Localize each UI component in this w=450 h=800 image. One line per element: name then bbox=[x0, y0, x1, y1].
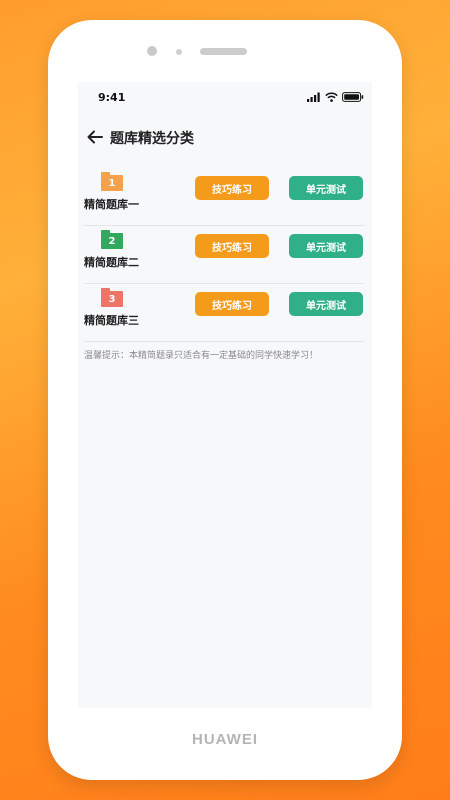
tip-text: 温馨提示：本精简题录只适合有一定基础的同学快速学习！ bbox=[84, 351, 319, 361]
bank-row-2: 2 精简题库二 技巧练习 单元测试 bbox=[84, 226, 364, 284]
earpiece-speaker bbox=[200, 48, 247, 55]
unit-test-button[interactable]: 单元测试 bbox=[289, 234, 363, 258]
page-header: 题库精选分类 bbox=[78, 122, 372, 152]
practice-button[interactable]: 技巧练习 bbox=[195, 234, 269, 258]
status-time: 9:41 bbox=[98, 91, 126, 104]
bank-name: 精简题库一 bbox=[84, 198, 139, 211]
unit-test-button[interactable]: 单元测试 bbox=[289, 292, 363, 316]
folder-icon: 2 bbox=[101, 230, 123, 250]
folder-number: 1 bbox=[101, 175, 123, 191]
folder-number: 2 bbox=[101, 233, 123, 249]
wifi-icon bbox=[325, 92, 338, 102]
folder-icon: 1 bbox=[101, 172, 123, 192]
bank-name: 精简题库二 bbox=[84, 256, 139, 269]
bank-row-3: 3 精简题库三 技巧练习 单元测试 bbox=[84, 284, 364, 342]
front-camera bbox=[147, 46, 157, 56]
page-title: 题库精选分类 bbox=[110, 131, 194, 147]
unit-test-button[interactable]: 单元测试 bbox=[289, 176, 363, 200]
practice-button[interactable]: 技巧练习 bbox=[195, 176, 269, 200]
battery-icon bbox=[342, 92, 364, 102]
device-brand-logo: HUAWEI bbox=[192, 731, 258, 748]
app-screen: 9:41 题库精选分类 1 精简题库一 技巧练习 单元测试 2 精简题库二 技巧… bbox=[78, 82, 372, 708]
bank-list: 1 精简题库一 技巧练习 单元测试 2 精简题库二 技巧练习 单元测试 3 精简… bbox=[84, 168, 364, 342]
bank-row-1: 1 精简题库一 技巧练习 单元测试 bbox=[84, 168, 364, 226]
folder-icon: 3 bbox=[101, 288, 123, 308]
signal-icon bbox=[307, 92, 320, 102]
folder-number: 3 bbox=[101, 291, 123, 307]
status-icons bbox=[307, 92, 364, 102]
bank-name: 精简题库三 bbox=[84, 314, 139, 327]
practice-button[interactable]: 技巧练习 bbox=[195, 292, 269, 316]
status-bar: 9:41 bbox=[78, 82, 372, 116]
proximity-sensor bbox=[176, 49, 182, 55]
arrow-left-icon[interactable] bbox=[84, 126, 106, 148]
